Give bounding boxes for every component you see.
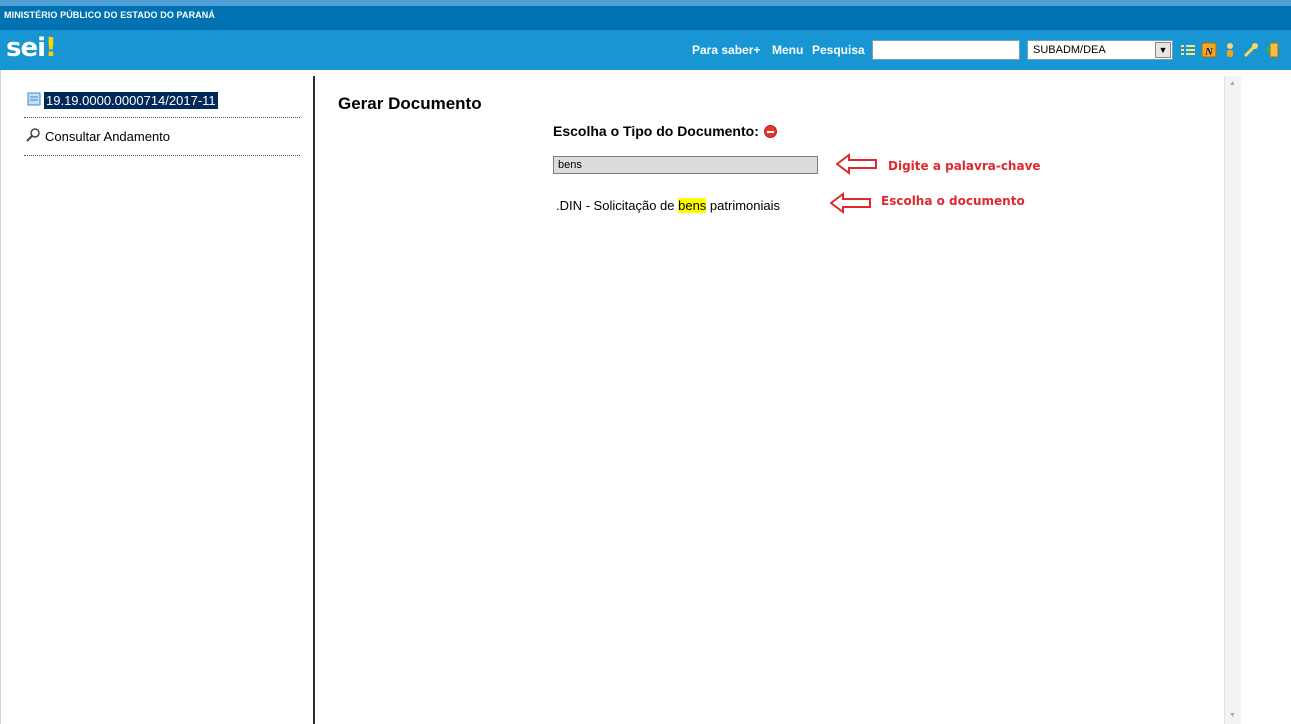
document-type-option[interactable]: .DIN - Solicitação de bens patrimoniais (556, 198, 780, 213)
left-arrow-icon (835, 153, 878, 180)
option-suffix: patrimoniais (706, 198, 781, 213)
search-input[interactable] (872, 40, 1020, 60)
logo-accent: ! (45, 33, 57, 63)
option-prefix: .DIN - Solicitação de (556, 198, 679, 213)
org-header-bar: MINISTÉRIO PÚBLICO DO ESTADO DO PARANÁ (0, 0, 1291, 30)
magnifier-icon (26, 128, 40, 145)
option-highlight: bens (678, 198, 707, 213)
scroll-up-icon[interactable]: ▲ (1229, 80, 1236, 87)
app-window: MINISTÉRIO PÚBLICO DO ESTADO DO PARANÁ s… (0, 0, 1291, 724)
choose-hint: Escolha o documento (881, 194, 1025, 208)
document-type-label: Escolha o Tipo do Documento: (553, 123, 759, 139)
notepad-icon[interactable]: N (1201, 42, 1217, 58)
process-number[interactable]: 19.19.0000.0000714/2017-11 (44, 92, 218, 109)
logout-icon[interactable] (1264, 42, 1280, 58)
document-type-filter-input[interactable] (553, 156, 818, 174)
consultar-andamento-label: Consultar Andamento (45, 129, 171, 144)
org-title: MINISTÉRIO PÚBLICO DO ESTADO DO PARANÁ (4, 10, 215, 20)
para-saber-link[interactable]: Para saber+ (692, 43, 760, 57)
pesquisa-label[interactable]: Pesquisa (812, 43, 865, 57)
svg-text:N: N (1204, 46, 1214, 58)
tree-divider (24, 117, 300, 118)
wrench-icon[interactable] (1243, 42, 1259, 58)
sei-logo[interactable]: sei! (6, 33, 57, 63)
consultar-andamento-link[interactable]: Consultar Andamento (26, 128, 170, 145)
tree-divider (24, 155, 300, 156)
process-tree-panel (0, 70, 313, 724)
panel-splitter[interactable] (313, 76, 315, 724)
list-icon[interactable] (1180, 42, 1196, 58)
menu-link[interactable]: Menu (772, 43, 803, 57)
unit-selected-value: SUBADM/DEA (1033, 44, 1106, 56)
left-arrow-icon (829, 192, 872, 219)
logo-text: sei (6, 33, 46, 63)
main-scrollbar[interactable]: ▲ ▼ (1224, 76, 1241, 724)
process-document-icon (26, 91, 42, 110)
process-tree-root[interactable]: 19.19.0000.0000714/2017-11 (26, 91, 218, 110)
user-icon[interactable] (1222, 42, 1238, 58)
scroll-down-icon[interactable]: ▼ (1229, 712, 1236, 719)
keyword-hint: Digite a palavra-chave (888, 159, 1041, 173)
page-title: Gerar Documento (338, 94, 482, 113)
document-type-heading: Escolha o Tipo do Documento: (553, 123, 777, 139)
unit-select[interactable]: SUBADM/DEA ▼ (1027, 40, 1173, 60)
top-nav-bar: sei! Para saber+ Menu Pesquisa SUBADM/DE… (0, 30, 1291, 70)
chevron-down-icon[interactable]: ▼ (1155, 42, 1171, 58)
remove-icon[interactable] (763, 124, 777, 138)
